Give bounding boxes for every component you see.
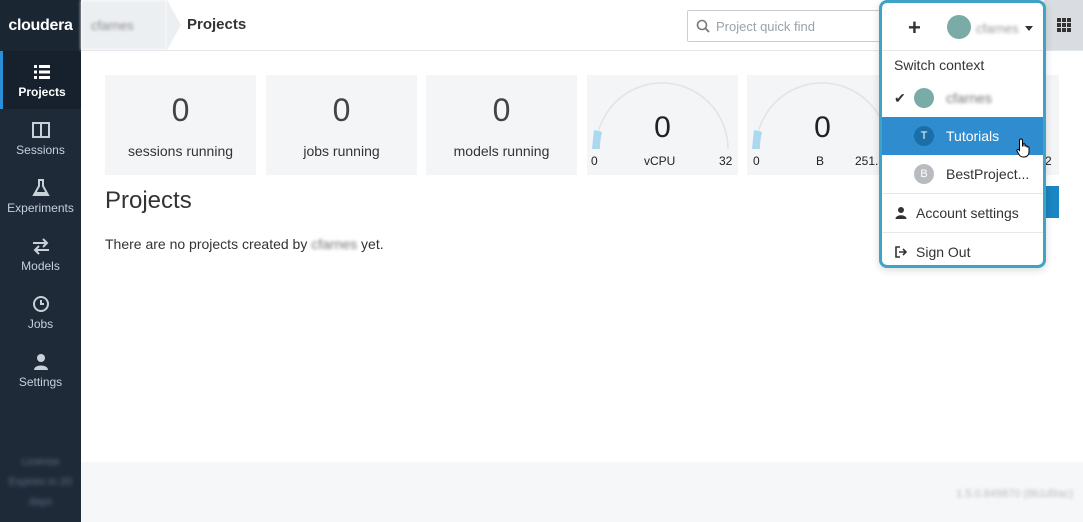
- check-icon: ✔: [894, 89, 906, 106]
- card-value: 0: [171, 92, 190, 128]
- user-name[interactable]: cfarnes: [976, 21, 1019, 36]
- version-text: 1.5.0.849870 (8b1d9ac): [956, 488, 1073, 500]
- sidebar-item-label: Experiments: [7, 200, 74, 215]
- flask-icon: [31, 178, 50, 196]
- empty-message-suffix: yet.: [357, 236, 384, 252]
- sidebar-item-projects[interactable]: Projects: [0, 51, 81, 109]
- gauge-unit: B: [816, 154, 825, 168]
- card-value: 0: [332, 92, 351, 128]
- sign-out-icon: [895, 246, 908, 258]
- card-label: models running: [453, 143, 550, 159]
- hand-cursor-icon: [1016, 138, 1030, 158]
- context-item-user[interactable]: ✔ cfarnes: [882, 79, 1043, 117]
- sidebar-item-label: Jobs: [27, 316, 54, 331]
- sidebar-item-sessions[interactable]: Sessions: [0, 109, 81, 167]
- card-label: sessions running: [127, 143, 234, 159]
- gauge-max: 32: [719, 154, 733, 168]
- gauge-min: 0: [753, 154, 760, 168]
- avatar[interactable]: [947, 15, 971, 39]
- user-icon: [33, 353, 48, 370]
- list-icon: [34, 64, 50, 79]
- sidebar: cloudera Projects Sessions Experiments M…: [0, 0, 81, 522]
- sessions-icon: [31, 121, 50, 138]
- sidebar-item-experiments[interactable]: Experiments: [0, 167, 81, 225]
- footer: 1.5.0.849870 (8b1d9ac): [81, 462, 1083, 522]
- projects-heading: Projects: [105, 187, 192, 214]
- sidebar-item-label: Projects: [18, 84, 66, 99]
- empty-message-user: cfarnes: [311, 236, 358, 252]
- models-running-card: 0 models running: [426, 75, 577, 175]
- page-title: Projects: [187, 16, 247, 33]
- chevron-down-icon[interactable]: [1025, 26, 1033, 31]
- grid-icon: [1056, 18, 1071, 32]
- exchange-icon: [32, 237, 49, 255]
- user-context-dropdown: + cfarnes Switch context ✔ cfarnes T Tut…: [879, 0, 1046, 268]
- sign-out-item[interactable]: Sign Out: [882, 233, 1043, 265]
- context-item-bestproject[interactable]: B BestProject...: [882, 155, 1043, 193]
- sign-out-label: Sign Out: [916, 244, 971, 260]
- context-name: cfarnes: [946, 90, 992, 106]
- avatar: [914, 88, 934, 108]
- sidebar-item-label: Settings: [18, 374, 63, 389]
- breadcrumb-user[interactable]: cfarnes: [81, 0, 167, 50]
- license-notice: License Expires in 20 days: [8, 456, 73, 508]
- gauge-value: 0: [654, 111, 671, 144]
- apps-grid-button[interactable]: [1044, 0, 1083, 50]
- context-name: Tutorials: [946, 128, 1000, 144]
- search-input[interactable]: [716, 18, 876, 34]
- sidebar-item-models[interactable]: Models: [0, 225, 81, 283]
- avatar: B: [914, 164, 934, 184]
- sidebar-item-settings[interactable]: Settings: [0, 341, 81, 399]
- cpu-gauge-card: 0 0 vCPU 32: [587, 75, 738, 175]
- gauge-max: 2: [1045, 154, 1052, 168]
- account-settings-label: Account settings: [916, 205, 1019, 221]
- gauge-value: 0: [814, 111, 831, 144]
- memory-gauge-card: 0 0 B 251.3: [747, 75, 898, 175]
- project-quick-find[interactable]: [687, 10, 886, 42]
- empty-message-prefix: There are no projects created by: [105, 236, 312, 252]
- sidebar-item-label: Sessions: [16, 142, 65, 157]
- card-label: jobs running: [303, 143, 380, 159]
- cloudera-logo[interactable]: cloudera: [0, 0, 81, 51]
- dropdown-header: + cfarnes: [882, 3, 1043, 50]
- sidebar-item-label: Models: [21, 258, 60, 273]
- jobs-running-card: 0 jobs running: [266, 75, 417, 175]
- empty-projects-message: There are no projects created by cfarnes…: [105, 236, 384, 252]
- switch-context-label: Switch context: [882, 50, 1043, 79]
- gauge-min: 0: [591, 154, 598, 168]
- context-name: BestProject...: [946, 166, 1030, 182]
- clock-icon: [32, 295, 49, 312]
- add-button[interactable]: +: [908, 16, 921, 40]
- search-icon: [696, 19, 710, 33]
- card-value: 0: [492, 92, 511, 128]
- sidebar-item-jobs[interactable]: Jobs: [0, 283, 81, 341]
- gauge-unit: vCPU: [644, 154, 676, 168]
- user-icon: [895, 207, 907, 219]
- account-settings-item[interactable]: Account settings: [882, 194, 1043, 232]
- sessions-running-card: 0 sessions running: [105, 75, 256, 175]
- breadcrumb-separator: [167, 0, 181, 50]
- avatar: T: [914, 126, 934, 146]
